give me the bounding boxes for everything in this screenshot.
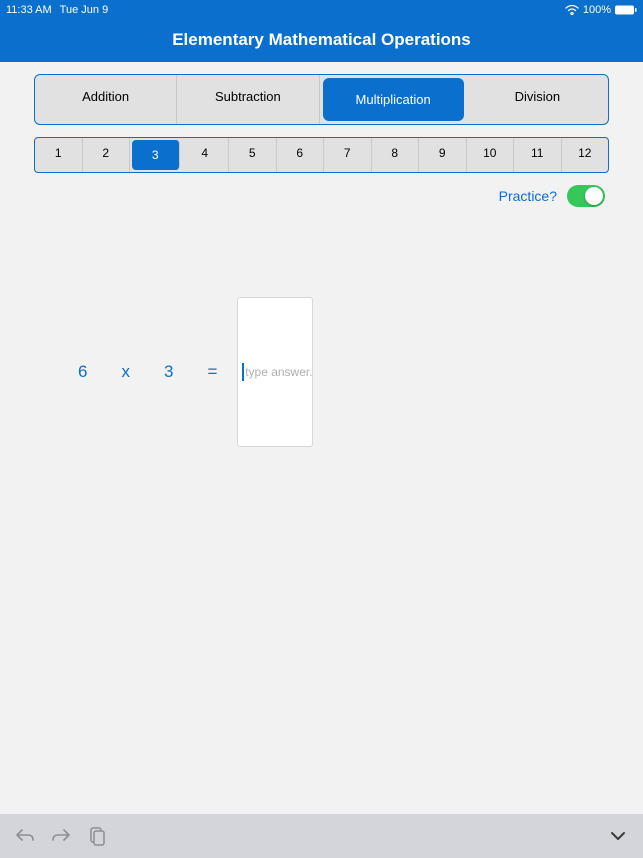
clipboard-icon[interactable] xyxy=(86,825,108,847)
num-tab-9[interactable]: 9 xyxy=(419,138,467,172)
num-tab-1[interactable]: 1 xyxy=(35,138,83,172)
number-segmented-control: 1 2 3 4 5 6 7 8 9 10 11 12 xyxy=(34,137,609,173)
practice-toggle[interactable] xyxy=(567,185,605,207)
page-title: Elementary Mathematical Operations xyxy=(0,20,643,62)
wifi-icon xyxy=(565,5,579,15)
operator: x xyxy=(121,362,130,382)
answer-input[interactable]: type answer... xyxy=(237,297,313,447)
practice-label: Practice? xyxy=(499,188,557,204)
num-tab-6[interactable]: 6 xyxy=(277,138,325,172)
op-tab-division[interactable]: Division xyxy=(467,75,608,124)
operand-2: 3 xyxy=(164,362,173,382)
answer-placeholder: type answer... xyxy=(245,365,312,379)
status-time: 11:33 AM xyxy=(6,4,52,16)
num-tab-4[interactable]: 4 xyxy=(182,138,230,172)
chevron-down-icon[interactable] xyxy=(607,825,629,847)
num-tab-2[interactable]: 2 xyxy=(83,138,131,172)
num-tab-11[interactable]: 11 xyxy=(514,138,562,172)
undo-icon[interactable] xyxy=(14,825,36,847)
num-tab-7[interactable]: 7 xyxy=(324,138,372,172)
status-date: Tue Jun 9 xyxy=(60,4,109,16)
op-tab-multiplication[interactable]: Multiplication xyxy=(323,78,464,121)
num-tab-12[interactable]: 12 xyxy=(562,138,609,172)
operation-segmented-control: Addition Subtraction Multiplication Divi… xyxy=(34,74,609,125)
status-bar: 11:33 AM Tue Jun 9 100% xyxy=(0,0,643,20)
op-tab-subtraction[interactable]: Subtraction xyxy=(177,75,319,124)
num-tab-10[interactable]: 10 xyxy=(467,138,515,172)
num-tab-3[interactable]: 3 xyxy=(132,140,180,170)
operand-1: 6 xyxy=(78,362,87,382)
redo-icon[interactable] xyxy=(50,825,72,847)
op-tab-addition[interactable]: Addition xyxy=(35,75,177,124)
num-tab-8[interactable]: 8 xyxy=(372,138,420,172)
num-tab-5[interactable]: 5 xyxy=(229,138,277,172)
keyboard-toolbar xyxy=(0,814,643,858)
problem-area: 6 x 3 = type answer... xyxy=(0,207,643,447)
battery-icon xyxy=(615,5,637,15)
text-cursor xyxy=(242,363,244,381)
status-battery-percent: 100% xyxy=(583,4,611,16)
equals-sign: = xyxy=(207,362,217,382)
